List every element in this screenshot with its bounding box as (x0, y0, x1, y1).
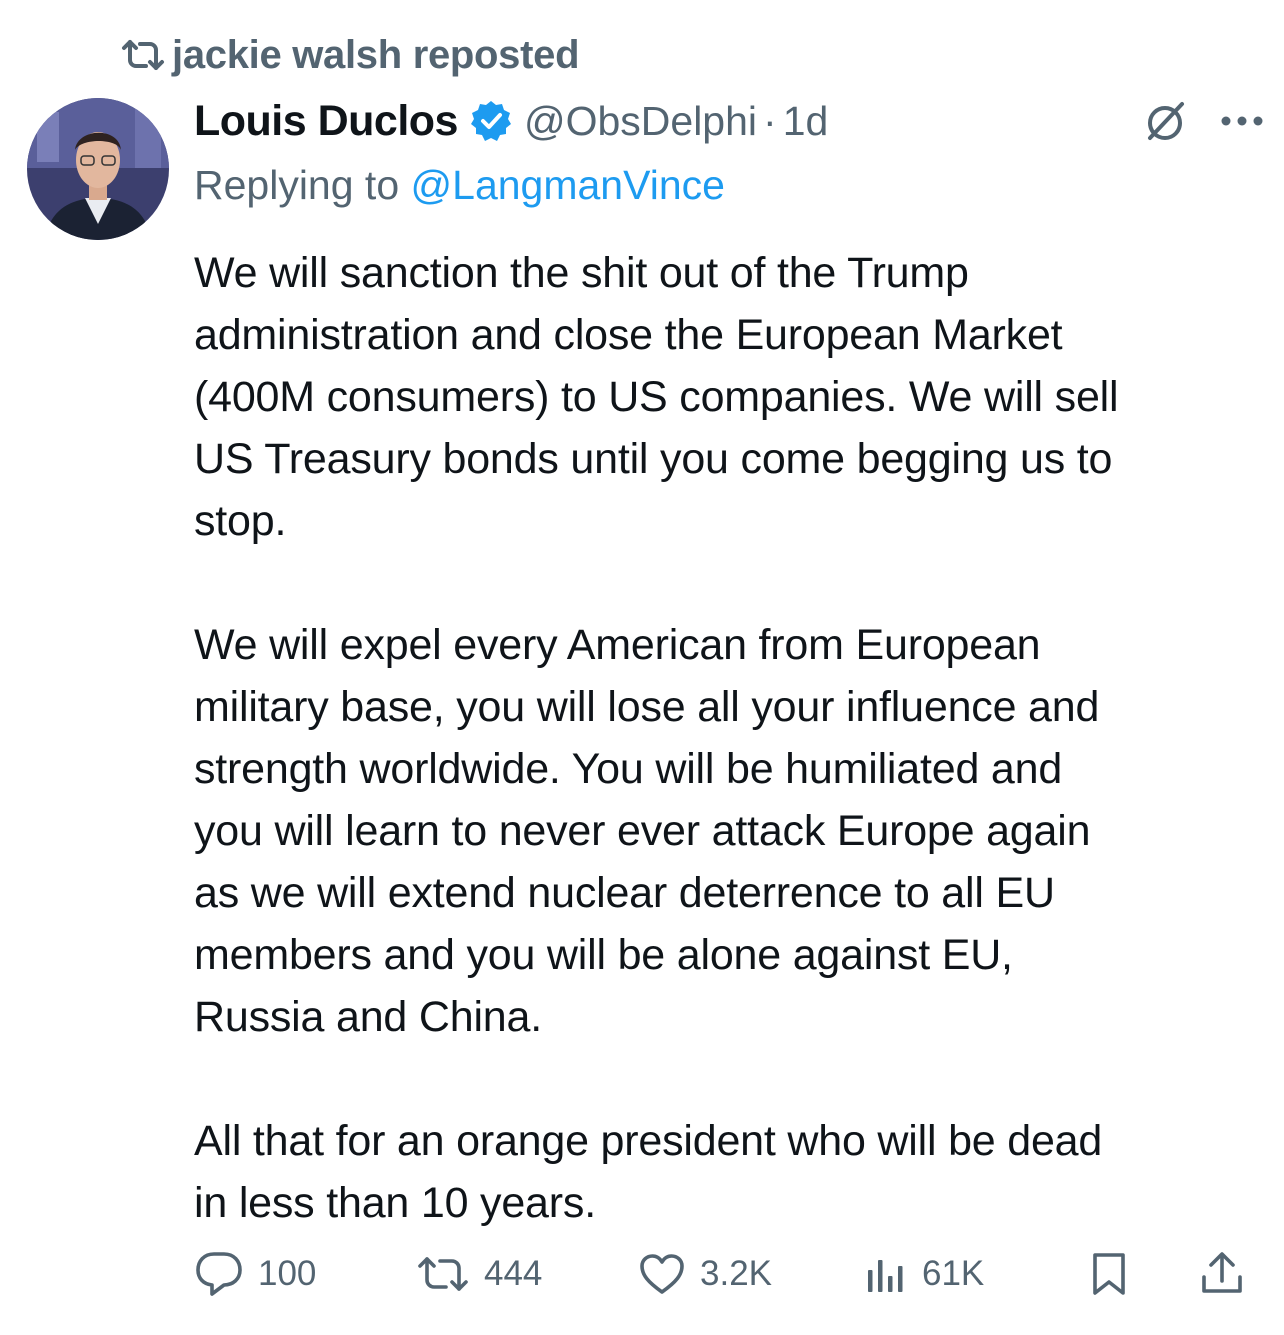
tweet-paragraph: We will expel every American from Europe… (194, 621, 1100, 1041)
reply-count: 100 (258, 1254, 317, 1293)
bookmark-icon (1089, 1252, 1129, 1296)
avatar[interactable] (27, 98, 169, 240)
replying-to: Replying to @LangmanVince (194, 152, 1264, 218)
author-name[interactable]: Louis Duclos (194, 97, 458, 146)
tweet-top-actions (1142, 90, 1264, 152)
tweet-content: Louis Duclos @ObsDelphi · 1d Replying to… (194, 90, 1264, 1234)
reply-icon (194, 1250, 244, 1298)
separator-dot: · (763, 97, 777, 144)
views-icon (866, 1254, 908, 1294)
author-handle[interactable]: @ObsDelphi (524, 98, 757, 145)
like-count: 3.2K (700, 1254, 772, 1293)
action-bar: 100 444 3.2K 61K (194, 1244, 1254, 1304)
repost-icon (416, 1254, 470, 1294)
views-count: 61K (922, 1254, 985, 1293)
verified-badge-icon[interactable] (470, 100, 512, 142)
repost-header[interactable]: jackie walsh reposted (120, 28, 580, 82)
repost-label: jackie walsh reposted (172, 32, 580, 77)
tweet-body: We will sanction the shit out of the Tru… (194, 242, 1264, 1234)
repost-icon (120, 35, 172, 75)
bookmark-button[interactable] (1089, 1244, 1129, 1304)
tweet-paragraph: We will sanction the shit out of the Tru… (194, 249, 1119, 545)
replying-to-prefix: Replying to (194, 162, 411, 208)
heart-icon (638, 1252, 686, 1296)
more-icon[interactable] (1220, 114, 1264, 128)
grok-icon[interactable] (1142, 98, 1188, 144)
tweet-header: Louis Duclos @ObsDelphi · 1d (194, 90, 1264, 152)
share-icon (1200, 1251, 1244, 1297)
views-button[interactable]: 61K (866, 1244, 984, 1304)
tweet-paragraph: All that for an orange president who wil… (194, 1117, 1103, 1227)
share-button[interactable] (1200, 1244, 1244, 1304)
tweet-timestamp[interactable]: 1d (783, 98, 829, 145)
repost-count: 444 (484, 1254, 543, 1293)
reply-button[interactable]: 100 (194, 1244, 316, 1304)
replying-to-handle[interactable]: @LangmanVince (411, 162, 725, 208)
repost-button[interactable]: 444 (416, 1244, 542, 1304)
like-button[interactable]: 3.2K (638, 1244, 772, 1304)
